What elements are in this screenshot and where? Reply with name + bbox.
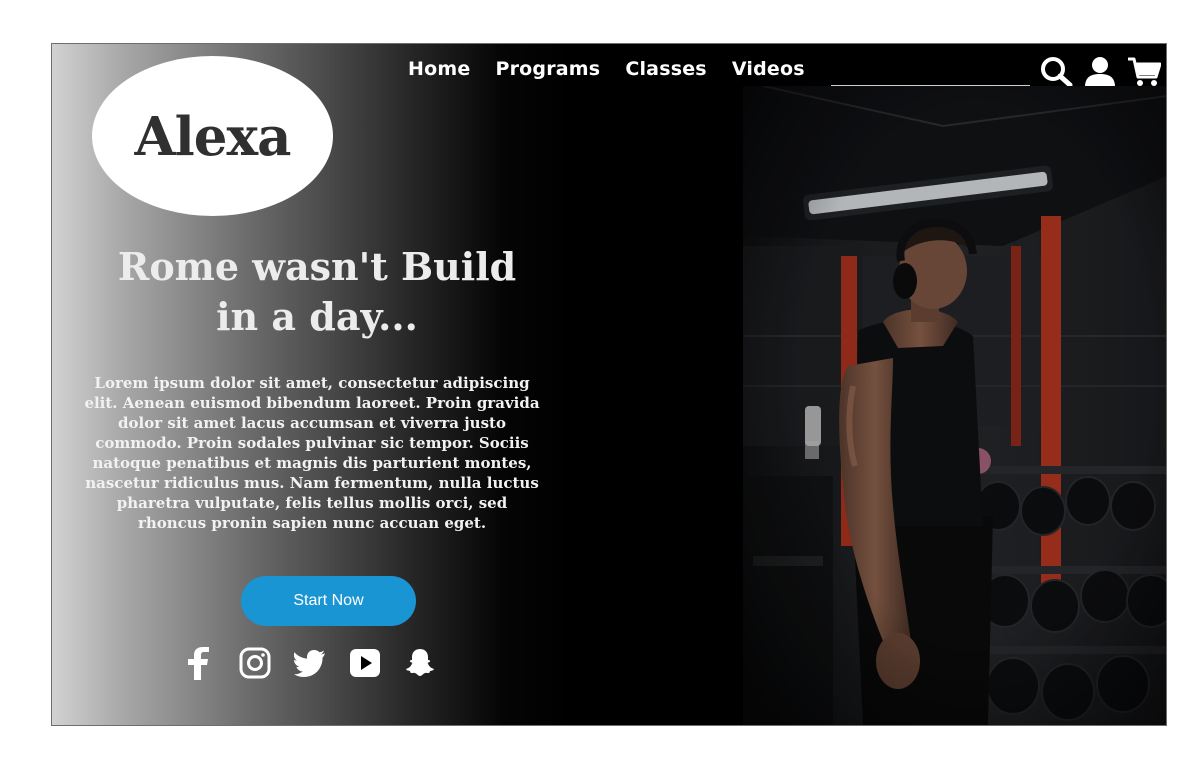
hero-body-text: Lorem ipsum dolor sit amet, consectetur … — [84, 374, 540, 532]
nav-home[interactable]: Home — [408, 58, 470, 80]
logo[interactable]: Alexa — [92, 56, 333, 216]
twitter-icon[interactable] — [293, 646, 326, 680]
facebook-icon[interactable] — [184, 646, 216, 680]
social-links — [184, 646, 436, 680]
nav-classes[interactable]: Classes — [625, 58, 707, 80]
start-now-button[interactable]: Start Now — [241, 576, 416, 626]
hero-headline: Rome wasn't Build in a day... — [92, 242, 542, 342]
search-input[interactable] — [831, 60, 1030, 86]
snapchat-icon[interactable] — [404, 646, 436, 680]
headline-line-2: in a day... — [216, 294, 418, 339]
logo-text: Alexa — [134, 106, 292, 168]
nav-videos[interactable]: Videos — [732, 58, 805, 80]
youtube-icon[interactable] — [349, 646, 381, 680]
page-frame: Home Programs Classes Videos Alexa Rome … — [51, 43, 1167, 726]
headline-line-1: Rome wasn't Build — [117, 244, 517, 289]
instagram-icon[interactable] — [239, 646, 271, 680]
nav-programs[interactable]: Programs — [495, 58, 600, 80]
hero-image — [743, 86, 1166, 725]
main-nav: Home Programs Classes Videos — [408, 58, 805, 80]
gym-athlete-photo — [743, 86, 1166, 725]
